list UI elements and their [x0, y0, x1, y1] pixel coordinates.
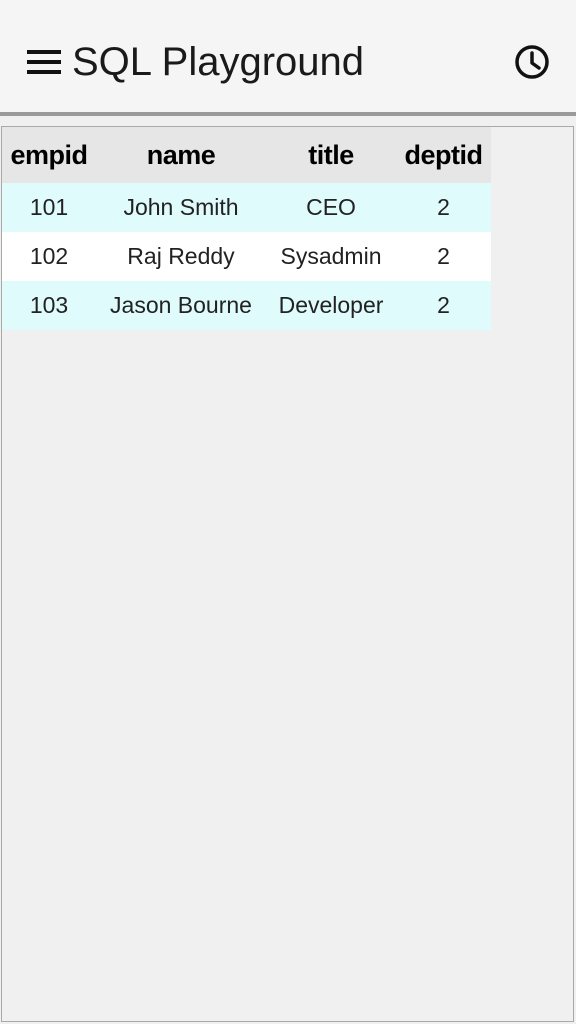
- table-header-row: empid name title deptid: [2, 127, 491, 183]
- column-header: empid: [2, 127, 96, 183]
- table-cell: 2: [396, 183, 491, 232]
- table-cell: 2: [396, 281, 491, 330]
- column-header: deptid: [396, 127, 491, 183]
- table-cell: CEO: [266, 183, 396, 232]
- app-bar: SQL Playground: [0, 0, 576, 116]
- table-row: 101 John Smith CEO 2: [2, 183, 491, 232]
- query-results-panel[interactable]: empid name title deptid 101 John Smith C…: [1, 126, 574, 1022]
- table-cell: 2: [396, 232, 491, 281]
- table-row: 103 Jason Bourne Developer 2: [2, 281, 491, 330]
- column-header: title: [266, 127, 396, 183]
- table-cell: 101: [2, 183, 96, 232]
- hamburger-menu-icon[interactable]: [26, 48, 62, 76]
- app-screen: SQL Playground empid name title deptid 1…: [0, 0, 576, 1024]
- table-cell: Sysadmin: [266, 232, 396, 281]
- table-cell: John Smith: [96, 183, 266, 232]
- results-table: empid name title deptid 101 John Smith C…: [2, 127, 491, 330]
- column-header: name: [96, 127, 266, 183]
- table-row: 102 Raj Reddy Sysadmin 2: [2, 232, 491, 281]
- table-cell: 103: [2, 281, 96, 330]
- table-cell: Jason Bourne: [96, 281, 266, 330]
- table-cell: Raj Reddy: [96, 232, 266, 281]
- app-title: SQL Playground: [72, 40, 365, 84]
- table-cell: Developer: [266, 281, 396, 330]
- table-cell: 102: [2, 232, 96, 281]
- clock-history-icon[interactable]: [512, 42, 552, 82]
